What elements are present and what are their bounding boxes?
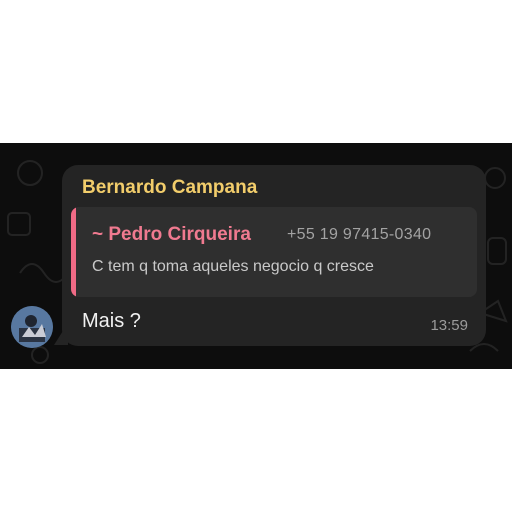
quoted-author-name: ~ Pedro Cirqueira: [92, 224, 251, 245]
message-bubble[interactable]: Bernardo Campana ~ Pedro Cirqueira +55 1…: [62, 165, 486, 346]
sender-name[interactable]: Bernardo Campana: [82, 177, 257, 199]
chat-background[interactable]: Bernardo Campana ~ Pedro Cirqueira +55 1…: [0, 143, 512, 369]
sender-avatar[interactable]: [11, 306, 53, 348]
quote-accent-bar: [71, 207, 76, 297]
message-timestamp: 13:59: [430, 317, 468, 334]
message-bubble-tail: [54, 323, 68, 345]
avatar-photo-icon: [11, 306, 53, 348]
message-text: Mais ?: [82, 310, 141, 332]
quoted-message[interactable]: ~ Pedro Cirqueira +55 19 97415-0340 C te…: [71, 207, 477, 297]
screenshot-canvas: Bernardo Campana ~ Pedro Cirqueira +55 1…: [0, 0, 512, 512]
quoted-message-text: C tem q toma aqueles negocio q cresce: [92, 258, 374, 275]
quoted-author-phone: +55 19 97415-0340: [287, 226, 432, 243]
